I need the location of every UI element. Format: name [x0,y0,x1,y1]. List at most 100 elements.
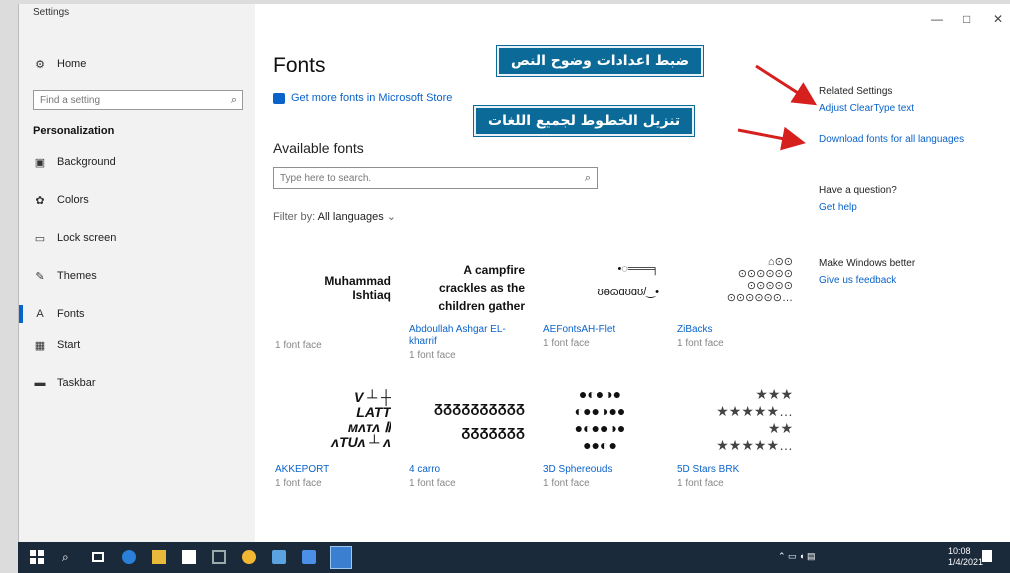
question-section: Have a question? Get help [819,185,897,213]
font-search-placeholder: Type here to search. [280,172,372,184]
sidebar-item-start[interactable]: ▦ Start [19,332,255,358]
preview-line: ᴍᴧᴛᴧ Ⅱ [347,419,391,435]
sidebar-home[interactable]: ⚙ Home [19,51,255,77]
preview-line: ★★★★★… [716,403,793,419]
feedback-heading: Make Windows better [819,258,916,269]
font-name: 4 carro [409,464,441,475]
font-faces: 1 font face [409,478,456,489]
feedback-link[interactable]: Give us feedback [819,275,915,286]
sidebar-item-label: Start [57,339,81,351]
find-setting-input[interactable]: Find a setting ⌕ [33,90,243,110]
store-link[interactable]: Get more fonts in Microsoft Store [273,92,452,104]
get-help-link[interactable]: Get help [819,202,897,213]
preview-line: ★★ [767,420,793,436]
taskbar-icon: ▬ [34,377,46,389]
preview-line: ⌂⊙⊙ [767,256,793,268]
related-settings-heading: Related Settings [819,86,893,97]
page-title: Fonts [273,54,326,77]
filter-value: All languages [317,211,384,223]
sidebar-home-label: Home [57,58,87,70]
picture-icon: ▣ [34,156,46,169]
cleartype-link[interactable]: Adjust ClearType text [819,103,964,114]
clock[interactable]: 10:08 1/4/2021 [948,546,983,568]
preview-line: crackles as the [438,281,525,295]
settings-taskbar-icon[interactable] [330,546,352,569]
filter-label: Filter by: [273,211,316,223]
folder-icon[interactable] [152,550,166,564]
find-setting-placeholder: Find a setting [40,94,101,106]
sidebar-item-lock-screen[interactable]: ▭ Lock screen [19,225,255,251]
font-icon: A [36,308,44,320]
font-search-input[interactable]: Type here to search. ⌕ [273,167,598,189]
preview-line: ★★★ [755,386,793,402]
font-preview: ᵹᵹᵹᵹᵹᵹᵹᵹᵹᵹ ᵹᵹᵹᵹᵹᵹᵹ [407,380,525,460]
tray-icons[interactable]: ⌃ ▭ ◖ ▤ [778,551,816,562]
app-icon[interactable] [302,550,316,564]
preview-line: ᵹᵹᵹᵹᵹᵹᵹᵹᵹᵹ [433,399,525,416]
arrow-icon [737,126,806,151]
preview-line: Ishtiaq [352,288,391,302]
font-faces: 1 font face [275,340,322,351]
preview-line: ★★★★★… [716,437,793,453]
download-fonts-link[interactable]: Download fonts for all languages [819,134,964,145]
sidebar-item-label: Themes [57,270,97,282]
close-button[interactable]: ✕ [993,12,1003,26]
preview-line: LATT [356,404,391,420]
font-faces: 1 font face [677,338,724,349]
store-icon[interactable] [182,550,196,564]
sidebar-item-background[interactable]: ▣ Background [19,149,255,175]
preview-line: ⊙⊙⊙⊙⊙⊙… [726,292,793,304]
search-icon[interactable]: ⌕ [62,550,76,564]
main-content: — □ ✕ Fonts Get more fonts in Microsoft … [271,4,1010,542]
sidebar-item-label: Taskbar [57,377,96,389]
font-preview: V ┴ ┼ LATT ᴍᴧᴛᴧ Ⅱ ᴧTUᴧ ┴ ᴧ [273,380,391,460]
sidebar-item-label: Background [57,156,116,168]
preview-line: ●●◐● [583,437,617,453]
font-faces: 1 font face [677,478,724,489]
preview-line: ⊙⊙⊙⊙⊙⊙ [737,268,793,280]
callout-download-fonts: تنزيل الخطوط لجميع اللغات [474,106,695,136]
preview-line: V ┴ ┼ [354,389,391,405]
search-icon[interactable]: ⌕ [585,172,591,185]
section-personalization: Personalization [33,125,115,137]
gear-icon: ⚙ [35,58,45,71]
minimize-button[interactable]: — [931,12,943,26]
palette-icon: ✿ [35,194,45,207]
sidebar-item-themes[interactable]: ✎ Themes [19,263,255,289]
preview-line: ʊɵɷɑʊɑʊ/‿• [597,285,659,298]
task-view-icon[interactable] [92,552,104,562]
preview-line: ●◐●◑● [578,386,622,402]
sidebar-item-label: Colors [57,194,89,206]
sidebar-item-label: Fonts [57,308,85,320]
clock-time: 10:08 [948,546,971,556]
app-icon[interactable] [212,550,226,564]
chrome-icon[interactable] [242,550,256,564]
chevron-down-icon: ⌄ [386,211,396,223]
sidebar-item-label: Lock screen [57,232,117,244]
font-preview: •◌═══╕ ʊɵɷɑʊɑʊ/‿• [541,242,659,318]
preview-line: A campfire [463,263,525,277]
notifications-icon[interactable] [982,550,992,562]
font-faces: 1 font face [275,478,322,489]
maximize-button[interactable]: □ [963,12,970,26]
preview-line: ᴧTUᴧ ┴ ᴧ [331,434,391,450]
callout-cleartype: ضبط اعدادات وضوح النص [497,46,704,76]
font-faces: 1 font face [543,338,590,349]
sidebar-item-taskbar[interactable]: ▬ Taskbar [19,370,255,396]
sidebar-item-fonts[interactable]: A Fonts [19,301,255,327]
search-icon[interactable]: ⌕ [231,94,237,107]
preview-line: ●◐●●◑● [574,420,626,436]
preview-line: Muhammad [324,274,391,288]
settings-window: Settings ⚙ Home Find a setting ⌕ Persona… [18,4,1010,542]
sidebar-item-colors[interactable]: ✿ Colors [19,187,255,213]
windows-start-icon[interactable] [30,550,44,564]
preview-line: ᵹᵹᵹᵹᵹᵹᵹ [461,423,525,440]
language-filter[interactable]: Filter by: All languages ⌄ [273,210,396,223]
lock-screen-icon: ▭ [34,232,46,245]
clock-date: 1/4/2021 [948,557,984,567]
app-icon[interactable] [272,550,286,564]
arrow-icon [755,64,818,106]
font-name: ZiBacks [677,324,713,335]
edge-icon[interactable] [122,550,136,564]
font-name: AKKEPORT [275,464,330,475]
